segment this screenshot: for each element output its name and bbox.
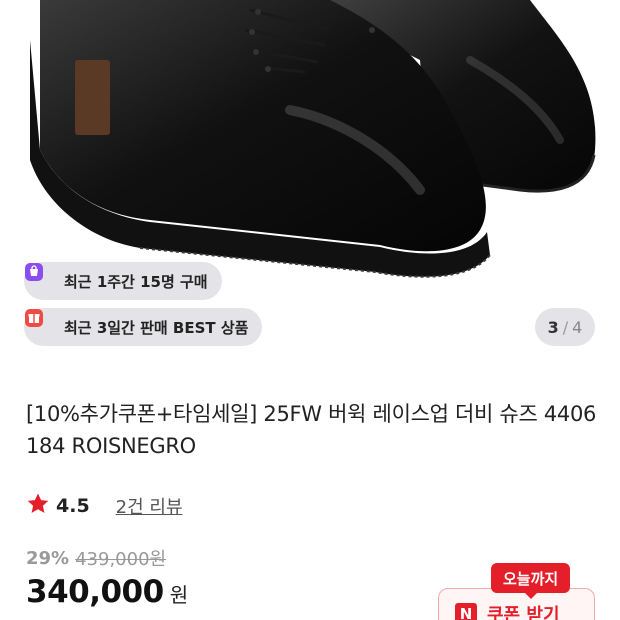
rating-score: 4.5 [56, 495, 90, 517]
price-row: 340,000 원 [26, 574, 188, 610]
best-seller-text: 최근 3일간 판매 BEST 상품 [64, 318, 249, 337]
weekly-purchase-badge: 최근 1주간 15명 구매 [24, 262, 222, 300]
coupon-download-label: 쿠폰 받기 [487, 605, 560, 620]
until-today-tag: 오늘까지 [491, 563, 571, 599]
star-icon [26, 492, 50, 520]
gift-icon [25, 309, 56, 337]
shopping-bag-icon [25, 263, 56, 291]
image-counter: 3 / 4 [535, 308, 595, 346]
image-counter-separator: / [562, 317, 569, 337]
rating-row: 4.5 2건 리뷰 [26, 492, 183, 520]
image-counter-current: 3 [547, 317, 559, 337]
product-title: [10%추가쿠폰+타임세일] 25FW 버윅 레이스업 더비 슈즈 4406 1… [26, 402, 597, 458]
best-seller-badge: 최근 3일간 판매 BEST 상품 [24, 308, 263, 346]
sale-price: 340,000 [26, 574, 164, 610]
discount-rate: 29% [26, 547, 70, 569]
original-price: 439,000원 [75, 549, 167, 570]
product-image-gallery[interactable]: 최근 1주간 15명 구매 최근 3일간 판매 BEST 상품 3 / 4 [0, 0, 620, 372]
discount-row: 29% 439,000원 [26, 545, 166, 571]
review-count-link[interactable]: 2건 리뷰 [116, 493, 183, 519]
weekly-purchase-text: 최근 1주간 15명 구매 [64, 272, 208, 291]
naver-n-icon: N [455, 603, 477, 620]
currency-unit: 원 [169, 583, 189, 607]
image-counter-total: 4 [572, 317, 583, 337]
